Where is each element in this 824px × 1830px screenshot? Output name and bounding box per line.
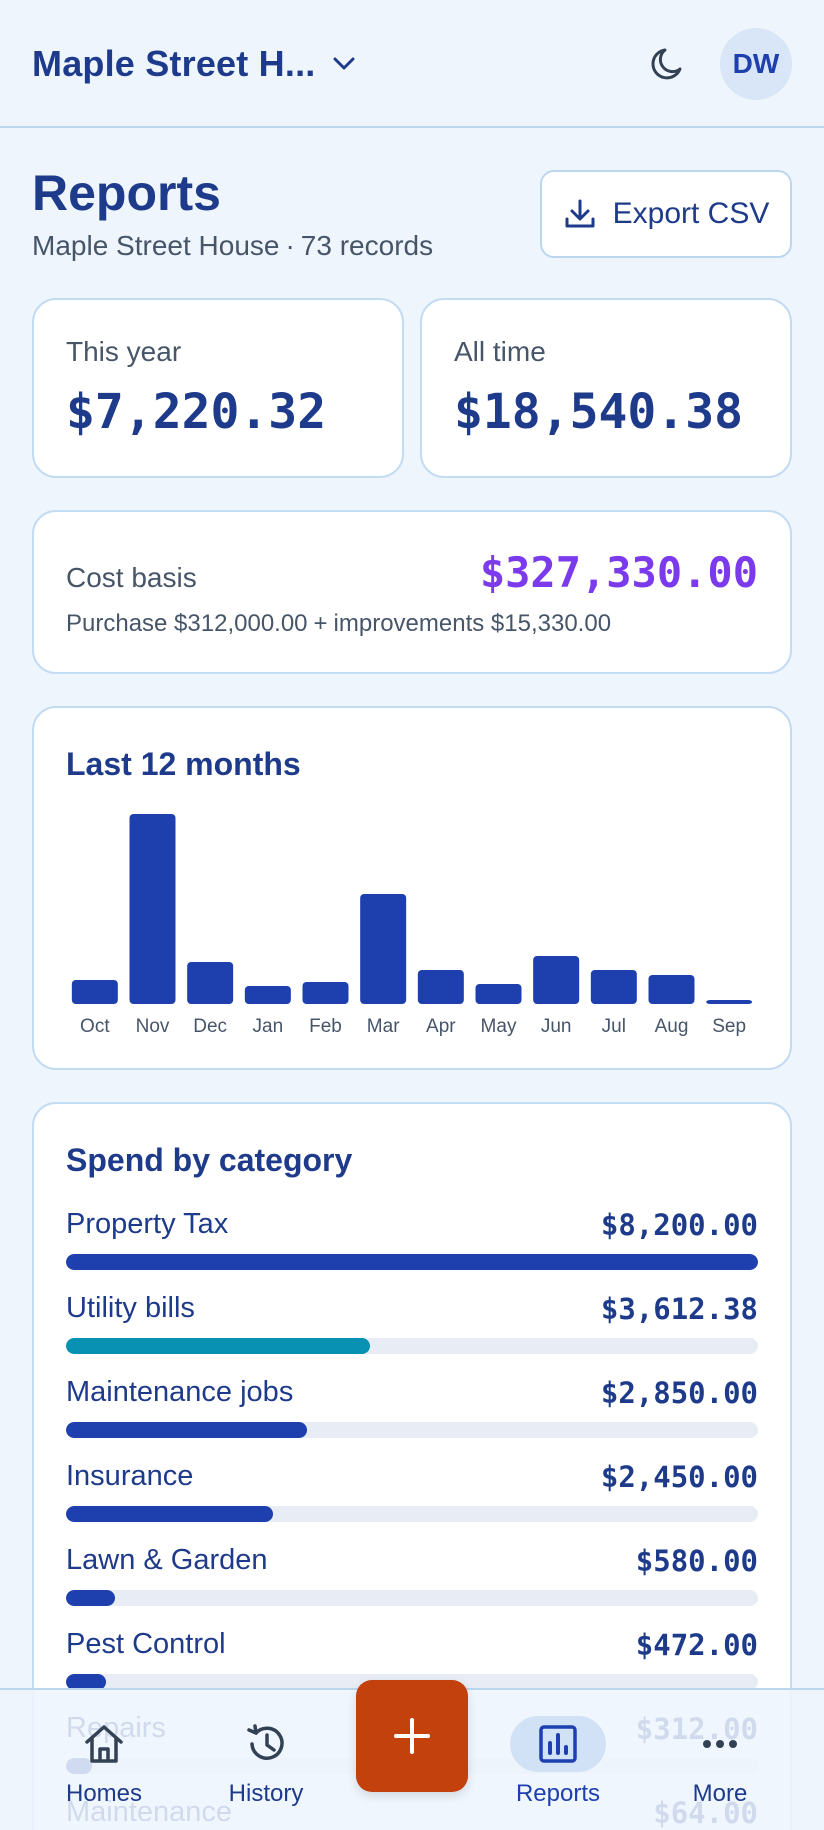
this-year-label: This year [66,336,182,367]
chart-tick-label: Apr [426,1016,456,1037]
monthly-bar-chart: Oct Nov Dec Jan Feb Mar Apr May Jun Jul Aug Sep [71,814,753,1037]
category-name: Insurance [66,1460,194,1492]
chart-bar-aug [648,975,695,1004]
chart-tick-label: May [481,1016,517,1037]
nav-more-label: More [692,1780,748,1807]
category-name: Lawn & Garden [66,1544,268,1576]
chart-bar-dec [187,962,234,1004]
chart-tick-label: Aug [655,1016,689,1037]
chart-tick-label: Mar [367,1016,400,1037]
export-label: Export CSV [612,197,770,230]
category-row: Property Tax $8,200.00 [66,1208,758,1292]
more-icon [703,1740,737,1748]
nav-more[interactable]: More [650,1690,790,1830]
nav-reports-icon-wrap [510,1716,606,1772]
chart-bar-may [475,984,522,1004]
chart-bar-feb [302,982,349,1004]
all-time-card: All time $18,540.38 [420,298,792,478]
cost-basis-label: Cost basis [66,562,197,593]
moon-icon[interactable] [646,42,690,86]
category-row: Lawn & Garden $580.00 [66,1544,758,1628]
category-row: Maintenance jobs $2,850.00 [66,1376,758,1460]
category-bar-fill [66,1338,371,1354]
cost-basis-detail: Purchase $312,000.00 + improvements $15,33… [66,610,617,638]
subtitle-separator: · [285,230,295,261]
plus-sign: + [313,610,328,637]
category-amount: $2,850.00 [600,1376,758,1410]
page-title: Reports [32,165,221,221]
bar-chart-icon [539,1725,577,1763]
category-bar-track [66,1590,758,1606]
category-bar-fill [66,1422,307,1438]
category-row: Insurance $2,450.00 [66,1460,758,1544]
category-bar-track [66,1254,758,1270]
chart-tick-label: Jul [602,1016,626,1037]
category-bar-track [66,1422,758,1438]
nav-reports[interactable]: Reports [488,1690,628,1830]
app-header: Maple Street H... DW [0,0,824,128]
category-bar-fill [66,1506,273,1522]
chevron-down-icon [333,57,355,70]
nav-history[interactable]: History [196,1690,336,1830]
cost-basis-card: Cost basis $327,330.00 Purchase $312,000… [32,510,792,674]
nav-reports-label: Reports [515,1780,601,1807]
download-icon [565,199,595,228]
chart-tick-label: Nov [136,1016,170,1037]
monthly-chart-card: Last 12 months Oct Nov Dec Jan Feb Mar Apr May J… [32,706,792,1070]
export-csv-button[interactable]: Export CSV [540,170,792,258]
all-time-value: $18,540.38 [454,384,743,440]
avatar[interactable]: DW [720,28,792,100]
category-amount: $3,612.38 [600,1292,758,1326]
category-name: Pest Control [66,1628,226,1660]
subtitle-home: Maple Street House [32,230,280,261]
chart-tick-label: Jun [541,1016,572,1037]
chart-bar-jul [590,970,637,1004]
nav-homes-icon-wrap [56,1716,152,1772]
chart-bar-jun [533,956,580,1004]
nav-history-label: History [228,1780,304,1807]
category-bar-fill [66,1254,758,1270]
chart-bar-apr [417,970,464,1004]
home-icon [85,1725,123,1763]
category-bar-track [66,1506,758,1522]
nav-homes-label: Homes [65,1780,143,1807]
chart-bar-oct [71,980,118,1004]
nav-history-icon-wrap [218,1716,314,1772]
category-amount: $2,450.00 [600,1460,758,1494]
chart-bar-mar [360,894,407,1004]
cost-basis-value: $327,330.00 [479,548,758,597]
this-year-value: $7,220.32 [66,384,327,440]
nav-homes[interactable]: Homes [34,1690,174,1830]
category-row: Utility bills $3,612.38 [66,1292,758,1376]
add-record-button[interactable] [356,1680,468,1792]
plus-icon [394,1718,430,1754]
improvements-amount: improvements $15,330.00 [333,610,612,637]
category-bar-fill [66,1590,116,1606]
subtitle-records: 73 records [300,230,434,261]
category-amount: $472.00 [635,1628,758,1662]
this-year-card: This year $7,220.32 [32,298,404,478]
history-icon [247,1724,284,1760]
category-amount: $580.00 [635,1544,758,1578]
chart-tick-label: Sep [712,1016,746,1037]
home-name: Maple Street H... [32,43,316,84]
all-time-label: All time [454,336,546,367]
category-title: Spend by category [66,1142,353,1178]
nav-more-icon-wrap [672,1716,768,1772]
category-amount: $8,200.00 [600,1208,758,1242]
chart-bar-nov [129,814,176,1004]
chart-bar-sep [706,1000,753,1004]
category-name: Maintenance jobs [66,1376,294,1408]
page-subtitle: Maple Street House · 73 records [32,230,433,262]
chart-bar-jan [244,986,291,1004]
category-bar-track [66,1338,758,1354]
category-name: Utility bills [66,1292,195,1324]
category-name: Property Tax [66,1208,229,1240]
home-switcher[interactable]: Maple Street H... [32,36,355,92]
chart-tick-label: Oct [80,1016,110,1037]
chart-tick-label: Feb [309,1016,342,1037]
purchase-amount: Purchase $312,000.00 [66,610,308,637]
chart-tick-label: Jan [253,1016,284,1037]
chart-tick-label: Dec [193,1016,227,1037]
